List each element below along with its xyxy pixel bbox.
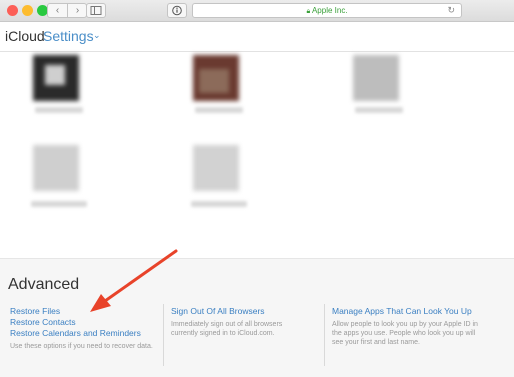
annotation-arrow [90,249,178,312]
